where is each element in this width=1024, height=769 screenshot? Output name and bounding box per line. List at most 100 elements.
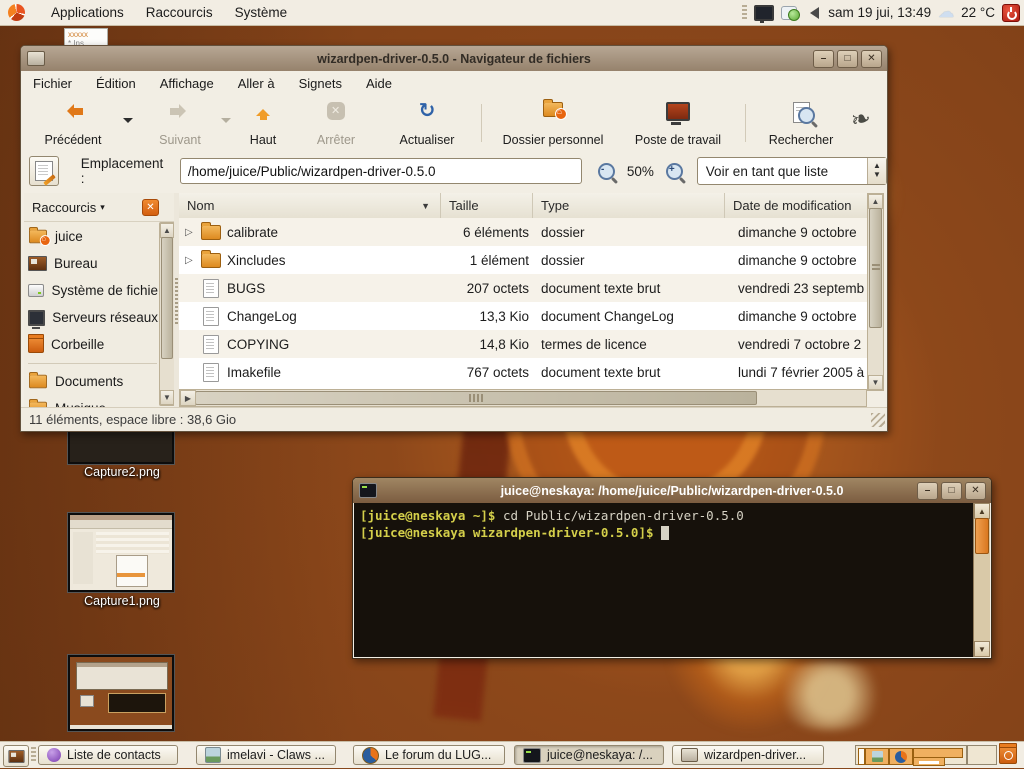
tray-grip[interactable]	[742, 5, 747, 21]
refresh-button[interactable]: ↻ Actualiser	[381, 100, 473, 147]
task-button-claws-mail[interactable]: imelavi - Claws ...	[196, 745, 336, 765]
scroll-down-icon[interactable]: ▼	[160, 390, 174, 405]
list-vertical-scrollbar[interactable]: ▲ ▼	[867, 193, 884, 391]
remote-desktop-icon[interactable]	[754, 5, 774, 21]
view-mode-select[interactable]: Voir en tant que liste ▲▼	[697, 157, 887, 185]
menu-signets[interactable]: Signets	[299, 76, 342, 91]
column-header-type[interactable]: Type	[533, 193, 725, 218]
desktop-icon-capture3-thumbnail[interactable]	[68, 655, 174, 731]
menu-affichage[interactable]: Affichage	[160, 76, 214, 91]
clock[interactable]: sam 19 jui, 13:49	[828, 5, 931, 20]
scroll-up-icon[interactable]: ▲	[974, 503, 990, 519]
terminal-titlebar[interactable]: juice@neskaya: /home/juice/Public/wizard…	[353, 478, 991, 503]
file-row-copying[interactable]: COPYING 14,8 Kio termes de licence vendr…	[179, 330, 867, 358]
resize-grip[interactable]	[871, 413, 885, 427]
messenger-status-icon[interactable]	[781, 6, 797, 20]
scroll-right-icon[interactable]: ▶	[180, 390, 196, 406]
terminal-scrollbar[interactable]: ▲ ▼	[973, 503, 990, 657]
list-horizontal-scrollbar[interactable]: ◀ ▶	[179, 389, 867, 407]
zoom-out-icon[interactable]: -	[598, 163, 615, 180]
desktop-icon-capture1-label[interactable]: Capture1.png	[52, 594, 192, 608]
cell-date: dimanche 9 octobre	[738, 302, 867, 330]
menu-aide[interactable]: Aide	[366, 76, 392, 91]
file-cabinet-icon	[681, 748, 698, 762]
mini-window-terminal	[913, 757, 945, 766]
cell-name: Xincludes	[227, 246, 427, 274]
home-folder-icon	[29, 230, 47, 244]
refresh-icon: ↻	[419, 102, 436, 120]
column-header-nom[interactable]: Nom ▼	[179, 193, 441, 218]
cell-name: calibrate	[227, 218, 427, 246]
volume-icon[interactable]	[804, 7, 819, 19]
sidebar-item-corbeille[interactable]: Corbeille	[28, 331, 158, 358]
column-header-taille[interactable]: Taille	[441, 193, 533, 218]
back-button[interactable]: Précédent	[27, 100, 119, 147]
file-row-bugs[interactable]: BUGS 207 octets document texte brut vend…	[179, 274, 867, 302]
scroll-down-icon[interactable]: ▼	[974, 641, 990, 657]
scroll-down-icon[interactable]: ▼	[868, 375, 883, 390]
file-manager-titlebar[interactable]: wizardpen-driver-0.5.0 - Navigateur de f…	[21, 46, 887, 71]
taskbar-grip[interactable]	[31, 747, 36, 763]
desktop-icon-capture2-label[interactable]: Capture2.png	[52, 465, 192, 479]
file-row-changelog[interactable]: ChangeLog 13,3 Kio document ChangeLog di…	[179, 302, 867, 330]
cell-date: lundi 7 février 2005 à	[738, 358, 867, 386]
sidebar-item-documents[interactable]: Documents	[28, 368, 158, 395]
cell-type: document texte brut	[541, 274, 721, 302]
search-button[interactable]: Rechercher	[753, 100, 849, 147]
file-list: Nom ▼ Taille Type Date de modification ▷…	[179, 193, 867, 390]
sidebar-scroll-thumb[interactable]	[161, 237, 173, 359]
scroll-up-icon[interactable]: ▲	[868, 194, 883, 209]
terminal-scroll-thumb[interactable]	[975, 518, 989, 554]
menu-edition[interactable]: Édition	[96, 76, 136, 91]
menu-fichier[interactable]: Fichier	[33, 76, 72, 91]
trash-applet[interactable]	[999, 745, 1017, 769]
sidebar-header[interactable]: Raccourcis ▾ ✕	[24, 193, 177, 222]
weather-cloud-icon[interactable]: ☁	[938, 5, 954, 21]
sidebar-close-icon[interactable]: ✕	[142, 199, 159, 216]
task-button-terminal[interactable]: juice@neskaya: /...	[514, 745, 664, 765]
computer-button[interactable]: Poste de travail	[619, 100, 737, 147]
sidebar-item-filesystem[interactable]: Système de fichie	[28, 277, 158, 304]
task-button-file-manager[interactable]: wizardpen-driver...	[672, 745, 824, 765]
stop-button[interactable]: Arrêter	[303, 100, 369, 147]
workspace-1[interactable]	[855, 745, 967, 765]
cell-size: 207 octets	[441, 274, 529, 302]
temperature[interactable]: 22 °C	[961, 5, 995, 20]
task-button-contacts[interactable]: Liste de contacts	[38, 745, 178, 765]
power-button-icon[interactable]	[1002, 4, 1020, 22]
task-button-firefox[interactable]: Le forum du LUG...	[353, 745, 505, 765]
menu-system[interactable]: Système	[235, 5, 288, 20]
terminal-output[interactable]: [juice@neskaya ~]$ cd Public/wizardpen-d…	[354, 503, 974, 657]
home-button[interactable]: Dossier personnel	[491, 100, 615, 147]
desktop-icon-capture1-thumbnail[interactable]	[68, 513, 174, 592]
sidebar-item-network[interactable]: Serveurs réseaux	[28, 304, 158, 331]
sidebar-item-juice[interactable]: juice	[28, 223, 158, 250]
sidebar-scrollbar[interactable]: ▲ ▼	[159, 222, 175, 406]
file-row-xincludes[interactable]: ▷ Xincludes 1 élément dossier dimanche 9…	[179, 246, 867, 274]
up-button[interactable]: Haut	[237, 100, 289, 147]
file-row-calibrate[interactable]: ▷ calibrate 6 éléments dossier dimanche …	[179, 218, 867, 246]
menu-aller-a[interactable]: Aller à	[238, 76, 275, 91]
scroll-up-icon[interactable]: ▲	[160, 223, 174, 238]
expander-icon[interactable]: ▷	[185, 227, 193, 238]
menu-places[interactable]: Raccourcis	[146, 5, 213, 20]
location-input[interactable]: /home/juice/Public/wizardpen-driver-0.5.…	[180, 158, 582, 184]
pidgin-icon	[47, 748, 61, 762]
column-header-date[interactable]: Date de modification	[725, 193, 867, 218]
show-desktop-button[interactable]	[3, 745, 29, 767]
forward-dropdown-caret[interactable]	[221, 118, 231, 128]
terminal-cursor	[661, 526, 669, 540]
file-row-imakefile[interactable]: Imakefile 767 octets document texte brut…	[179, 358, 867, 386]
workspace-2[interactable]	[967, 745, 997, 765]
ubuntu-logo-icon[interactable]	[8, 4, 25, 21]
location-toggle-button[interactable]	[29, 156, 59, 186]
sidebar-item-bureau[interactable]: Bureau	[28, 250, 158, 277]
menu-applications[interactable]: Applications	[51, 5, 124, 20]
back-dropdown-caret[interactable]	[123, 118, 133, 128]
zoom-in-icon[interactable]: +	[666, 163, 683, 180]
view-mode-spinner-icon[interactable]: ▲▼	[867, 158, 886, 184]
forward-button[interactable]: Suivant	[141, 100, 219, 147]
expander-icon[interactable]: ▷	[185, 255, 193, 266]
hscroll-thumb[interactable]	[195, 391, 757, 405]
list-scroll-thumb[interactable]	[869, 208, 882, 328]
